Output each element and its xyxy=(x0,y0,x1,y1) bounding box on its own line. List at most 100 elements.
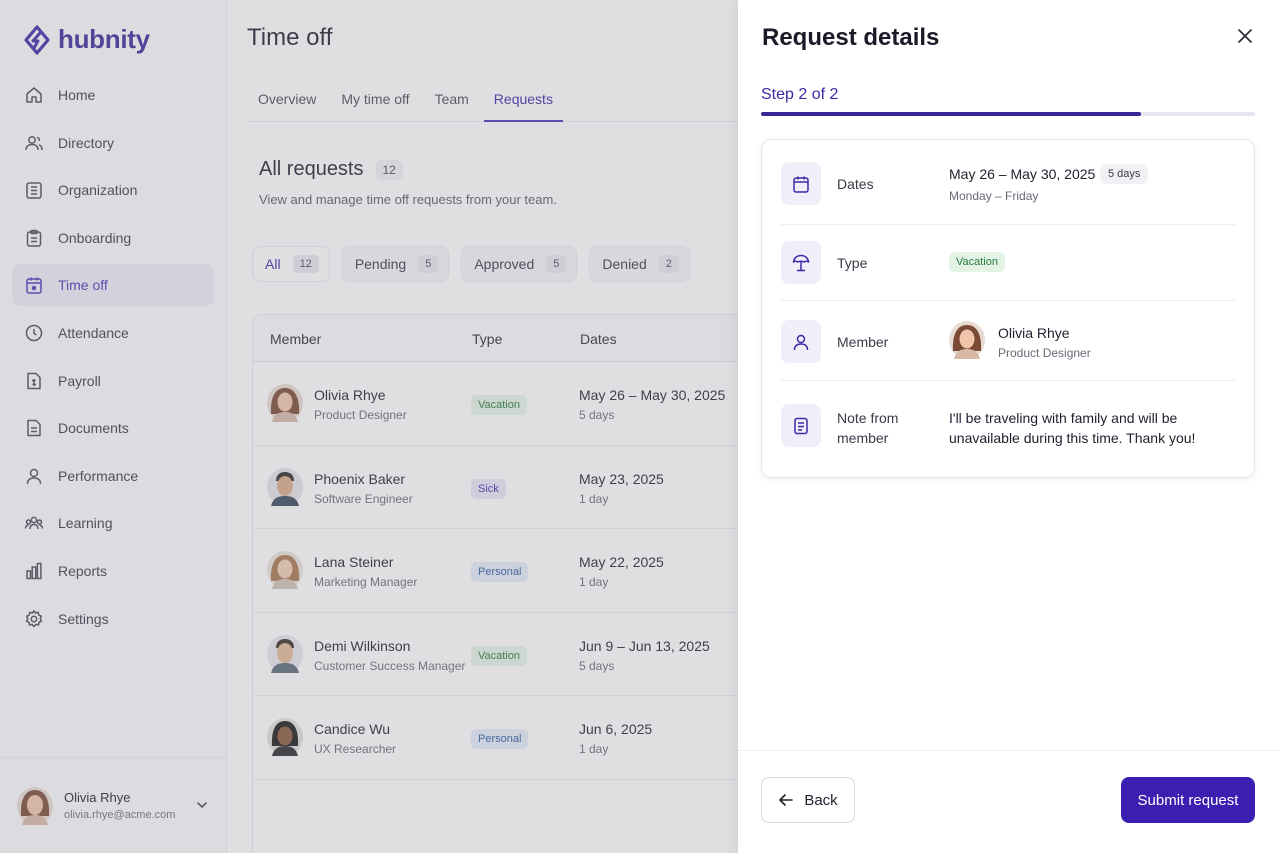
type-badge: Personal xyxy=(471,562,529,583)
note-text: I'll be traveling with family and will b… xyxy=(949,410,1196,446)
filter-approved[interactable]: Approved 5 xyxy=(461,246,578,282)
avatar xyxy=(267,551,303,590)
sidebar-item-label: Directory xyxy=(58,134,115,151)
filter-count: 12 xyxy=(292,255,319,273)
user-menu[interactable]: Olivia Rhye olivia.rhye@acme.com xyxy=(0,757,227,853)
clipboard-icon xyxy=(24,228,44,248)
sidebar-item-settings[interactable]: Settings xyxy=(12,598,214,640)
gear-icon xyxy=(24,609,44,629)
sidebar-item-label: Settings xyxy=(58,610,109,627)
back-button-label: Back xyxy=(804,791,838,809)
member-role: UX Researcher xyxy=(314,742,397,757)
note-label: Note from member xyxy=(837,410,899,446)
request-days: 1 day xyxy=(579,742,609,757)
home-icon xyxy=(24,85,44,105)
close-icon[interactable] xyxy=(1236,27,1254,45)
member-role: Customer Success Manager xyxy=(314,658,466,673)
sidebar-item-label: Time off xyxy=(58,277,108,294)
sidebar-item-label: Attendance xyxy=(58,324,129,341)
filter-all[interactable]: All 12 xyxy=(252,246,330,282)
column-header-member[interactable]: Member xyxy=(270,331,321,347)
request-days: 5 days xyxy=(579,408,615,422)
filter-count: 2 xyxy=(658,255,679,273)
section-header: All requests 12 xyxy=(259,158,403,181)
sidebar-nav: Home Directory Organization Onboarding T… xyxy=(12,74,214,645)
avatar xyxy=(267,634,303,673)
page-title: Time off xyxy=(247,24,333,51)
brand-logo[interactable]: hubnity xyxy=(24,24,150,55)
column-header-type[interactable]: Type xyxy=(472,331,502,347)
user-email: olivia.rhye@acme.com xyxy=(64,809,176,821)
dates-weekdays: Monday – Friday xyxy=(949,189,1039,203)
type-label: Type xyxy=(837,255,868,271)
section-subtitle: View and manage time off requests from y… xyxy=(259,192,557,207)
chevron-down-icon[interactable] xyxy=(195,798,209,812)
member-name: Demi Wilkinson xyxy=(314,637,411,654)
clock-icon xyxy=(24,323,44,343)
sidebar-item-reports[interactable]: Reports xyxy=(12,550,214,592)
sidebar-item-label: Home xyxy=(58,87,96,103)
dates-value: May 26 – May 30, 2025 xyxy=(949,166,1096,182)
step-progress-bar xyxy=(761,112,1255,116)
filter-pending[interactable]: Pending 5 xyxy=(341,246,450,282)
sidebar-item-onboarding[interactable]: Onboarding xyxy=(12,217,214,259)
sidebar-item-home[interactable]: Home xyxy=(12,74,214,116)
back-button[interactable]: Back xyxy=(761,777,855,823)
document-icon xyxy=(24,418,44,438)
tab-my-time-off[interactable]: My time off xyxy=(331,78,419,122)
beach-umbrella-icon xyxy=(781,241,821,284)
tab-requests[interactable]: Requests xyxy=(483,78,563,122)
dates-row: Dates May 26 – May 30, 2025 5 days Monda… xyxy=(781,140,1235,225)
payroll-icon xyxy=(24,371,44,391)
section-title: All requests xyxy=(259,158,364,180)
sidebar-item-learning[interactable]: Learning xyxy=(12,502,214,544)
sidebar-item-directory[interactable]: Directory xyxy=(12,122,214,164)
user-name: Olivia Rhye xyxy=(64,790,131,805)
sidebar-item-documents[interactable]: Documents xyxy=(12,407,214,449)
step-progress-fill xyxy=(761,112,1142,116)
member-role: Product Designer xyxy=(998,346,1091,360)
sidebar-item-label: Organization xyxy=(58,182,138,199)
type-badge: Sick xyxy=(471,478,506,499)
member-role: Product Designer xyxy=(314,408,407,422)
filter-label: Approved xyxy=(474,256,535,272)
hubnity-logo-icon xyxy=(24,24,50,55)
member-name: Olivia Rhye xyxy=(998,325,1070,341)
avatar xyxy=(267,384,303,422)
users-icon xyxy=(24,133,44,153)
brand-name: hubnity xyxy=(58,24,150,54)
sidebar-item-performance[interactable]: Performance xyxy=(12,455,214,497)
request-dates: May 26 – May 30, 2025 xyxy=(579,387,726,403)
sidebar: hubnity Home Directory Organization Onbo… xyxy=(0,0,227,853)
note-row: Note from member I'll be traveling with … xyxy=(781,381,1235,477)
filter-count: 5 xyxy=(418,255,439,273)
tab-overview[interactable]: Overview xyxy=(248,78,326,122)
sidebar-item-organization[interactable]: Organization xyxy=(12,169,214,211)
avatar xyxy=(17,786,53,825)
member-label: Member xyxy=(837,334,889,350)
sidebar-item-attendance[interactable]: Attendance xyxy=(12,312,214,354)
sidebar-item-label: Reports xyxy=(58,562,108,579)
filter-label: All xyxy=(265,256,281,272)
arrow-left-icon xyxy=(779,794,794,806)
request-dates: May 22, 2025 xyxy=(579,554,664,571)
submit-request-button[interactable]: Submit request xyxy=(1121,777,1255,823)
tab-team[interactable]: Team xyxy=(425,78,479,122)
avatar xyxy=(949,321,985,359)
sidebar-item-payroll[interactable]: Payroll xyxy=(12,360,214,402)
type-badge: Vacation xyxy=(949,252,1005,272)
request-days: 1 day xyxy=(579,491,609,506)
request-days: 5 days xyxy=(579,658,615,673)
request-details-drawer: Request details Step 2 of 2 Dates May 26… xyxy=(738,0,1280,853)
requests-count-badge: 12 xyxy=(375,159,403,180)
step-indicator: Step 2 of 2 xyxy=(761,86,839,103)
column-header-dates[interactable]: Dates xyxy=(580,331,617,347)
filter-label: Pending xyxy=(354,256,407,272)
calendar-icon xyxy=(24,275,44,295)
sidebar-item-label: Performance xyxy=(58,467,139,484)
person-icon xyxy=(24,466,44,486)
request-days: 1 day xyxy=(579,575,609,590)
filter-denied[interactable]: Denied 2 xyxy=(589,246,690,282)
sidebar-item-time-off[interactable]: Time off xyxy=(12,264,214,307)
calendar-icon xyxy=(781,162,821,205)
